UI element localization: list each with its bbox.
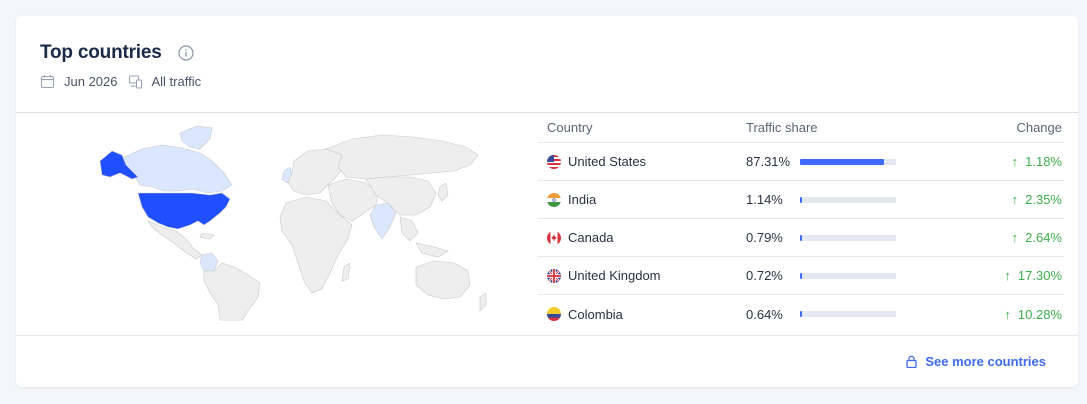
table-row[interactable]: Colombia 0.64% ↑ 10.28% [538,295,1064,333]
map-greenland [179,125,213,150]
traffic-share-bar-fill [800,158,884,165]
arrow-up-icon: ↑ [1011,192,1019,207]
change-value: 10.28% [1017,306,1062,322]
traffic-share-value: 87.31% [746,154,791,169]
country-column-header[interactable]: Country [538,120,746,135]
world-map[interactable] [82,121,502,340]
uk-flag-icon [547,268,561,283]
table-header: Country Traffic share Change [538,113,1064,143]
canada-flag-icon [547,230,561,245]
traffic-share-value: 0.72% [746,268,783,283]
table-row[interactable]: United States 87.31% ↑ 1.18% [538,143,1064,181]
countries-table: Country Traffic share Change United Stat… [538,113,1064,333]
country-name[interactable]: United States [568,154,646,169]
arrow-up-icon: ↑ [1011,154,1019,169]
share-column-header[interactable]: Traffic share [746,120,946,135]
traffic-type-label: All traffic [151,74,202,89]
see-more-countries-link[interactable]: See more countries [905,354,1046,369]
arrow-up-icon: ↑ [1011,230,1019,245]
traffic-share-value: 1.14% [746,192,783,207]
card-header: Top countries [40,42,194,64]
traffic-share-bar [800,196,896,203]
arrow-up-icon: ↑ [1004,306,1011,322]
country-name[interactable]: India [568,192,596,207]
change-value: 17.30% [1017,268,1062,283]
traffic-share-value: 0.64% [746,306,783,322]
info-icon[interactable] [178,45,194,61]
arrow-up-icon: ↑ [1004,268,1011,283]
calendar-icon [40,74,55,89]
change-value: 2.35% [1025,192,1062,207]
change-column-header[interactable]: Change [946,120,1064,135]
change-value: 2.64% [1025,230,1062,245]
devices-icon [128,74,143,89]
traffic-share-bar-fill [800,311,802,317]
traffic-share-bar [800,158,896,165]
traffic-share-bar-fill [800,196,802,203]
map-colombia [199,252,219,272]
lock-icon [905,355,918,368]
map-canada [119,144,233,194]
country-name[interactable]: United Kingdom [568,268,661,283]
table-row[interactable]: India 1.14% ↑ 2.35% [538,181,1064,219]
traffic-share-value: 0.79% [746,230,783,245]
top-countries-card: Top countries Jun 2026 All traffic Count… [16,16,1078,387]
traffic-share-bar [800,234,896,241]
filter-meta: Jun 2026 All traffic [40,74,201,89]
date-range-label: Jun 2026 [64,74,118,89]
india-flag-icon [547,192,561,207]
traffic-share-bar-fill [800,234,802,241]
colombia-flag-icon [547,307,561,321]
country-name[interactable]: Colombia [568,307,623,322]
change-value: 1.18% [1025,154,1062,169]
table-row[interactable]: Canada 0.79% ↑ 2.64% [538,219,1064,257]
map-south-america [203,262,261,340]
traffic-share-bar [800,311,896,317]
footer-divider [16,335,1078,336]
card-title: Top countries [40,42,162,63]
map-australia [415,260,471,300]
see-more-label[interactable]: See more countries [925,354,1046,369]
table-row[interactable]: United Kingdom 0.72% ↑ 17.30% [538,257,1064,295]
map-russia [325,134,479,180]
map-india [369,202,397,240]
traffic-share-bar-fill [800,272,802,279]
us-flag-icon [547,154,561,169]
country-name[interactable]: Canada [568,230,614,245]
traffic-share-bar [800,272,896,279]
